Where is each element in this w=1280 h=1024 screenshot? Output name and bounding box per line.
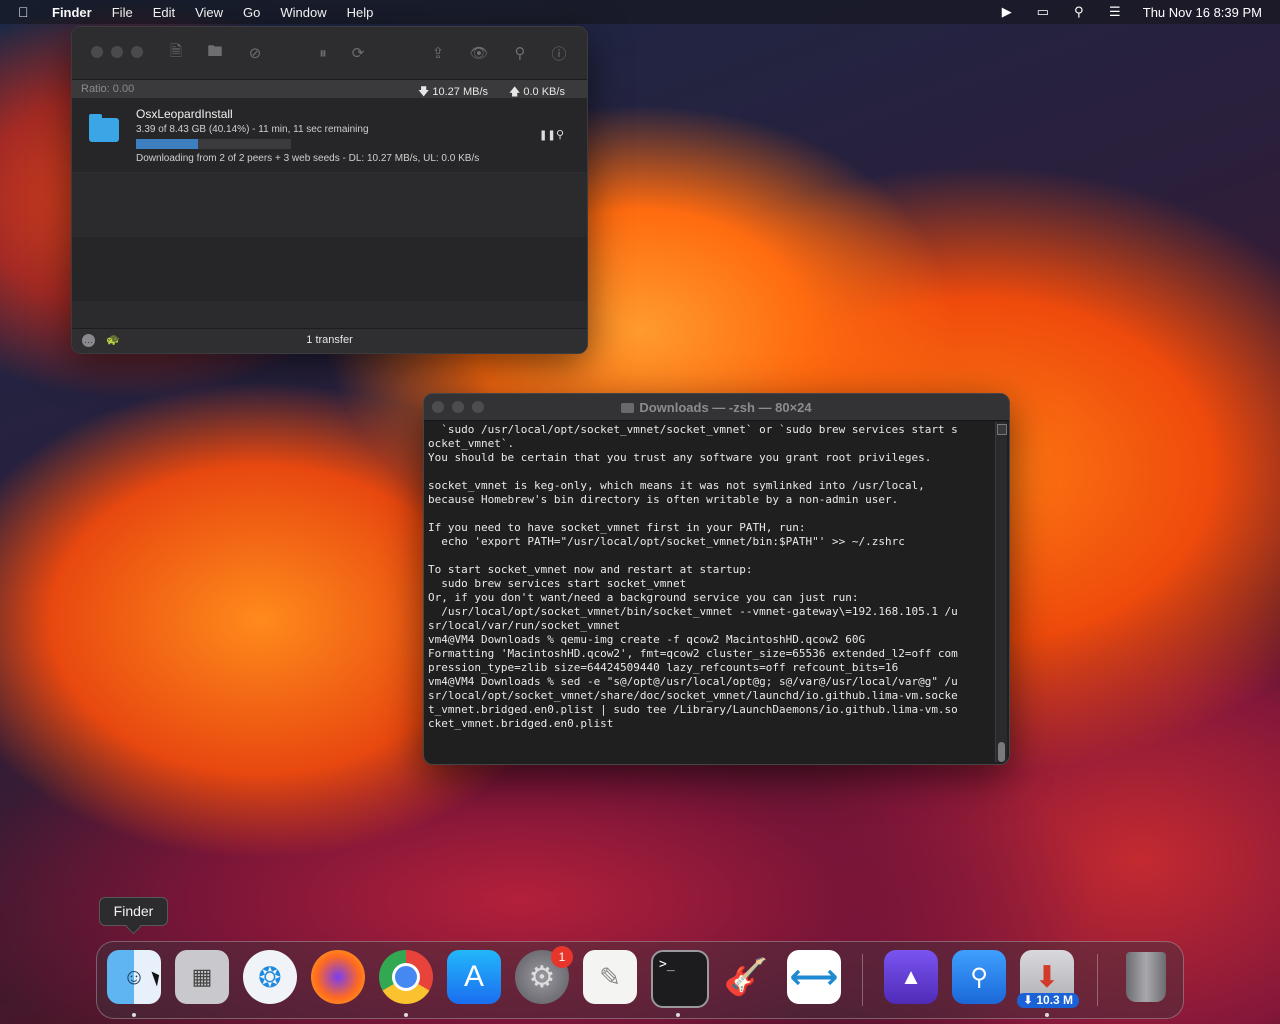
terminal-line: `sudo /usr/local/opt/socket_vmnet/socket… [428, 423, 958, 436]
zoom-button[interactable] [131, 46, 143, 58]
terminal-icon[interactable]: >_ [651, 950, 709, 1008]
scroll-indicator-icon [997, 424, 1007, 435]
ratio-label[interactable]: Ratio: 0.00 [81, 83, 134, 95]
terminal-line: Or, if you don't want/need a background … [428, 591, 859, 604]
folder-icon[interactable]: 🖿 [205, 43, 225, 63]
running-indicator [404, 1013, 408, 1017]
minimize-button[interactable] [111, 46, 123, 58]
vscode-icon[interactable]: ⟷ [787, 950, 841, 1004]
menu-clock[interactable]: Thu Nov 16 8:39 PM [1143, 5, 1262, 20]
terminal-line: sr/local/var/run/socket_vmnet [428, 619, 621, 632]
terminal-line: socket_vmnet is keg-only, which means it… [428, 479, 925, 492]
menu-edit[interactable]: Edit [153, 5, 175, 20]
terminal-line: ocket_vmnet`. [428, 437, 515, 450]
transfer-name: OsxLeopardInstall [136, 107, 233, 121]
resume-all-icon[interactable]: ⟳ [348, 43, 368, 63]
transfer-row[interactable]: OsxLeopardInstall 3.39 of 8.43 GB (40.14… [72, 98, 587, 173]
terminal-line: vm4@VM4 Downloads % sed -e "s@/opt@/usr/… [428, 675, 958, 688]
chrome-icon[interactable] [379, 950, 433, 1004]
textedit-icon[interactable]: ✎ [583, 950, 637, 1004]
terminal-line: vm4@VM4 Downloads % qemu-img create -f q… [428, 633, 866, 646]
menu-help[interactable]: Help [347, 5, 374, 20]
firefox-icon[interactable] [311, 950, 365, 1004]
transfer-count: 1 transfer [306, 334, 353, 346]
folder-icon [89, 114, 119, 142]
terminal-line: t_vmnet.bridged.en0.plist | sudo tee /Li… [428, 703, 958, 716]
apple-menu-icon[interactable]:  [18, 4, 34, 20]
garageband-icon[interactable]: 🎸 [719, 950, 773, 1004]
app-store-icon[interactable]: A [447, 950, 501, 1004]
terminal-line: /usr/local/opt/socket_vmnet/bin/socket_v… [428, 605, 958, 618]
share-icon[interactable]: ⇪ [428, 43, 448, 63]
trash-icon[interactable] [1119, 950, 1173, 1004]
menu-window[interactable]: Window [280, 5, 326, 20]
settings-icon[interactable]: ⚙ 1 [515, 946, 573, 1004]
terminal-titlebar[interactable]: Downloads — -zsh — 80×24 [424, 394, 1009, 421]
search-icon[interactable]: ⚲ [1071, 4, 1087, 19]
menu-bar:  Finder File Edit View Go Window Help ▶… [0, 0, 1280, 24]
empty-row [72, 237, 587, 301]
terminal-line: pression_type=zlib size=64424509440 lazy… [428, 661, 899, 674]
close-button[interactable] [91, 46, 103, 58]
purple-app-icon[interactable]: ▲ [884, 950, 938, 1004]
empty-row [72, 173, 587, 237]
open-torrent-icon[interactable]: 🗎 [166, 43, 186, 63]
transfer-detail: Downloading from 2 of 2 peers + 3 web se… [136, 153, 480, 164]
dock-separator [862, 954, 863, 1006]
search-icon[interactable]: ⚲ [510, 43, 530, 63]
menu-go[interactable]: Go [243, 5, 260, 20]
menu-file[interactable]: File [112, 5, 133, 20]
terminal-line: echo 'export PATH="/usr/local/opt/socket… [428, 535, 905, 548]
running-indicator [1045, 1013, 1049, 1017]
terminal-line: cket_vmnet.bridged.en0.plist [428, 717, 614, 730]
terminal-window: Downloads — -zsh — 80×24 `sudo /usr/loca… [423, 393, 1010, 765]
transmission-toolbar: 🗎 🖿 ⊘ ⏸ ⟳ ⇪ 👁 ⚲ ⓘ [72, 27, 587, 80]
running-indicator [676, 1013, 680, 1017]
terminal-line: sr/local/opt/socket_vmnet/share/doc/sock… [428, 689, 958, 702]
remove-icon[interactable]: ⊘ [245, 43, 265, 63]
menu-view[interactable]: View [195, 5, 223, 20]
launchpad-icon[interactable]: ▦ [175, 950, 229, 1004]
transfer-progress-bar [136, 139, 291, 149]
pause-all-icon[interactable]: ⏸ [313, 43, 333, 63]
terminal-line: If you need to have socket_vmnet first i… [428, 521, 806, 534]
progress-fill [136, 139, 199, 149]
dock: ☺ ▦ ❂ A ⚙ 1 ✎ >_ 🎸 ⟷ ▲ ⚲ ⬇ ⬇ 10.3 M [96, 941, 1184, 1019]
quicklook-icon[interactable]: 👁 [469, 43, 489, 63]
download-rate-badge: ⬇ 10.3 M [1017, 993, 1079, 1008]
notification-badge: 1 [551, 946, 573, 968]
terminal-line: To start socket_vmnet now and restart at… [428, 563, 753, 576]
terminal-line: You should be certain that you trust any… [428, 451, 932, 464]
control-center-icon[interactable]: ☰ [1107, 4, 1123, 19]
transmission-window: 🗎 🖿 ⊘ ⏸ ⟳ ⇪ 👁 ⚲ ⓘ Ratio: 0.00 🡇 10.27 MB… [71, 26, 588, 354]
transfer-progress-text: 3.39 of 8.43 GB (40.14%) - 11 min, 11 se… [136, 124, 369, 135]
reveal-transfer-button[interactable]: ⚲ [556, 128, 564, 141]
window-controls [91, 46, 143, 58]
terminal-scrollbar[interactable] [995, 422, 1007, 762]
dock-tooltip: Finder [99, 897, 168, 926]
safari-icon[interactable]: ❂ [243, 950, 297, 1004]
play-circle-icon[interactable]: ▶ [999, 4, 1015, 19]
terminal-title: Downloads — -zsh — 80×24 [424, 400, 1009, 415]
terminal-line: Formatting 'MacintoshHD.qcow2', fmt=qcow… [428, 647, 958, 660]
keynote-icon[interactable]: ⚲ [952, 950, 1006, 1004]
terminal-output[interactable]: `sudo /usr/local/opt/socket_vmnet/socket… [428, 423, 990, 757]
dock-separator [1097, 954, 1098, 1006]
status-bar: Ratio: 0.00 🡇 10.27 MB/s 🡅 0.0 KB/s [72, 80, 587, 98]
info-icon[interactable]: ⓘ [549, 43, 569, 63]
pause-transfer-button[interactable]: ❚❚ [539, 130, 556, 141]
menu-app-name[interactable]: Finder [52, 5, 92, 20]
terminal-line: sudo brew services start socket_vmnet [428, 577, 687, 590]
running-indicator [132, 1013, 136, 1017]
screens-icon[interactable]: ▭ [1035, 4, 1051, 19]
transmission-icon[interactable]: ⬇ ⬇ 10.3 M [1017, 950, 1079, 1008]
scroll-thumb[interactable] [998, 742, 1005, 762]
folder-icon [621, 403, 635, 413]
terminal-line: because Homebrew's bin directory is ofte… [428, 493, 899, 506]
transmission-footer: … 🐢 1 transfer [72, 328, 587, 353]
